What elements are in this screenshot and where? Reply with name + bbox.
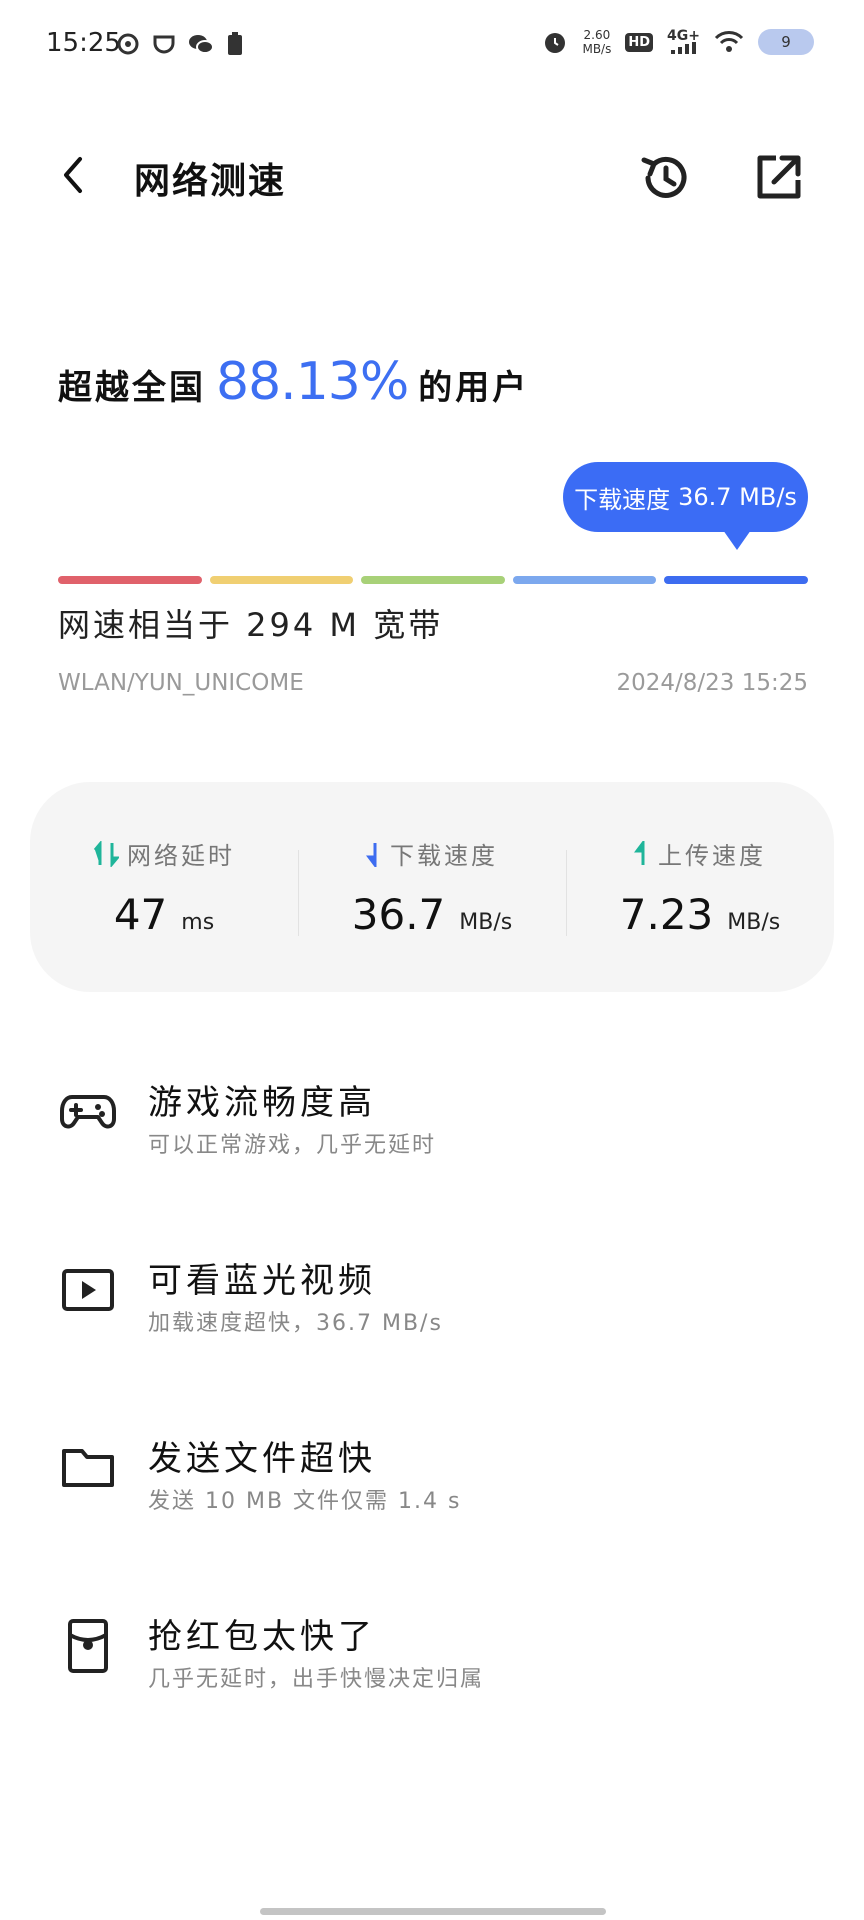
metric-value: 7.23 (619, 890, 714, 939)
metric-value: 36.7 (351, 890, 446, 939)
download-arrow-icon (366, 842, 377, 867)
feature-subtitle: 可以正常游戏，几乎无延时 (148, 1133, 437, 1158)
speed-level-bar (58, 576, 808, 584)
level-segment-4 (512, 576, 657, 584)
feature-title: 抢红包太快了 (148, 1617, 376, 1657)
network-type-label: 4G+ (667, 28, 700, 44)
red-packet-icon (68, 1619, 108, 1673)
signal-bars-icon (670, 42, 696, 54)
netease-music-icon (117, 33, 139, 55)
sim-battery-icon (228, 32, 242, 55)
alarm-icon (545, 33, 566, 53)
status-time: 15:25 (46, 28, 121, 58)
metric-upload: 上传速度 7.23 MB/s (566, 782, 834, 992)
history-button[interactable] (636, 148, 696, 208)
metric-unit: ms (181, 910, 215, 935)
feature-title: 游戏流畅度高 (148, 1083, 376, 1123)
gamepad-icon (60, 1095, 116, 1129)
folder-icon (62, 1449, 114, 1487)
battery-indicator: 9 (758, 29, 814, 55)
share-icon (757, 155, 801, 199)
hd-badge: HD (625, 32, 654, 52)
back-button[interactable] (50, 152, 96, 198)
wifi-icon (714, 31, 744, 52)
app-bar: 网络测速 (0, 130, 864, 220)
metric-unit: MB/s (459, 910, 513, 935)
headline-suffix: 的用户 (418, 368, 530, 408)
upload-arrow-icon (634, 840, 645, 865)
latency-arrows-icon (93, 840, 119, 867)
history-icon (641, 156, 687, 198)
page-title: 网络测速 (134, 161, 287, 202)
metric-label: 上传速度 (658, 842, 766, 870)
net-speed-value: 2.60 (583, 28, 611, 42)
feature-subtitle: 加载速度超快，36.7 MB/s (148, 1311, 443, 1336)
metric-label: 网络延时 (127, 842, 235, 870)
feature-red-packet[interactable]: 抢红包太快了 几乎无延时，出手快慢决定归属 (0, 1589, 864, 1709)
rank-headline: 超越全国 88.13% 的用户 (58, 352, 529, 412)
headline-prefix: 超越全国 (58, 368, 206, 408)
feature-gaming[interactable]: 游戏流畅度高 可以正常游戏，几乎无延时 (0, 1055, 864, 1175)
feature-subtitle: 几乎无延时，出手快慢决定归属 (148, 1667, 485, 1692)
cup-icon (153, 35, 175, 54)
share-button[interactable] (748, 148, 808, 208)
status-bar: 15:25 2.60 MB/s HD 4G+ 9 (0, 0, 864, 90)
download-speed-tooltip: 下载速度 36.7 MB/s (563, 462, 808, 550)
feature-send-files[interactable]: 发送文件超快 发送 10 MB 文件仅需 1.4 s (0, 1411, 864, 1531)
rank-percentage: 88.13% (216, 352, 409, 412)
metric-label: 下载速度 (390, 842, 498, 870)
wechat-icon (189, 35, 214, 54)
tooltip-label: 下载速度 (574, 485, 671, 514)
net-speed-unit: MB/s (582, 42, 612, 56)
tooltip-value: 36.7 MB/s (678, 483, 797, 511)
feature-title: 发送文件超快 (148, 1439, 376, 1479)
cellular-signal: 4G+ (667, 28, 700, 54)
level-segment-5 (664, 576, 808, 584)
metric-value: 47 (113, 890, 168, 939)
level-segment-3 (361, 576, 505, 584)
feature-title: 可看蓝光视频 (148, 1261, 376, 1301)
notification-icons (116, 32, 244, 56)
metric-unit: MB/s (727, 910, 781, 935)
level-segment-1 (58, 576, 202, 584)
metric-download: 下载速度 36.7 MB/s (298, 782, 566, 992)
net-speed-indicator: 2.60 MB/s (582, 28, 611, 56)
video-play-icon (62, 1269, 114, 1311)
home-indicator[interactable] (260, 1908, 606, 1915)
test-timestamp: 2024/8/23 15:25 (616, 670, 808, 696)
metrics-card: 网络延时 47 ms 下载速度 36.7 MB/s 上传速度 7.23 MB/s (30, 782, 834, 992)
metric-latency: 网络延时 47 ms (30, 782, 298, 992)
system-icons: 2.60 MB/s HD 4G+ 9 (542, 28, 814, 56)
level-segment-2 (209, 576, 354, 584)
bandwidth-equivalent: 网速相当于 294 M 宽带 (58, 606, 444, 644)
network-name: WLAN/YUN_UNICOME (58, 670, 304, 696)
feature-subtitle: 发送 10 MB 文件仅需 1.4 s (148, 1489, 462, 1514)
back-arrow-icon (64, 157, 82, 193)
feature-bluray-video[interactable]: 可看蓝光视频 加载速度超快，36.7 MB/s (0, 1233, 864, 1353)
